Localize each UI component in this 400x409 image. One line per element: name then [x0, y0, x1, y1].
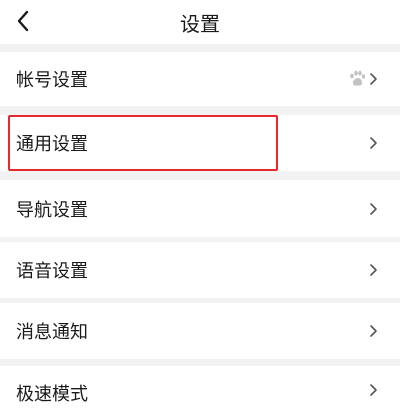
settings-item-navigation[interactable]: 导航设置: [0, 180, 400, 237]
settings-item-general[interactable]: 通用设置: [0, 115, 400, 171]
settings-item-label: 消息通知: [16, 322, 88, 343]
settings-item-label: 语音设置: [16, 261, 88, 282]
settings-item-label: 帐号设置: [16, 70, 88, 91]
settings-item-label: 通用设置: [16, 134, 88, 155]
section-separator: [0, 359, 400, 366]
section-separator: [0, 171, 400, 180]
settings-item-voice[interactable]: 语音设置: [0, 242, 400, 298]
chevron-right-icon: [370, 264, 377, 276]
settings-screen: 设置 帐号设置 通用设置 导航设置 语音设置 消息通知 极速模式: [0, 0, 400, 409]
section-separator: [0, 44, 400, 52]
settings-item-notifications[interactable]: 消息通知: [0, 303, 400, 359]
page-title: 设置: [180, 12, 220, 36]
settings-item-label: 导航设置: [16, 199, 88, 221]
section-separator: [0, 106, 400, 115]
chevron-right-icon: [370, 384, 377, 396]
chevron-right-icon: [370, 73, 377, 85]
chevron-right-icon: [370, 202, 377, 215]
chevron-right-icon: [370, 137, 377, 149]
settings-item-fast-mode[interactable]: 极速模式: [0, 366, 400, 409]
chevron-right-icon: [370, 325, 377, 337]
settings-item-account[interactable]: 帐号设置: [0, 52, 400, 106]
paw-icon: [350, 70, 366, 86]
settings-item-label: 极速模式: [16, 384, 88, 405]
navigation-bar: 设置: [0, 0, 400, 44]
